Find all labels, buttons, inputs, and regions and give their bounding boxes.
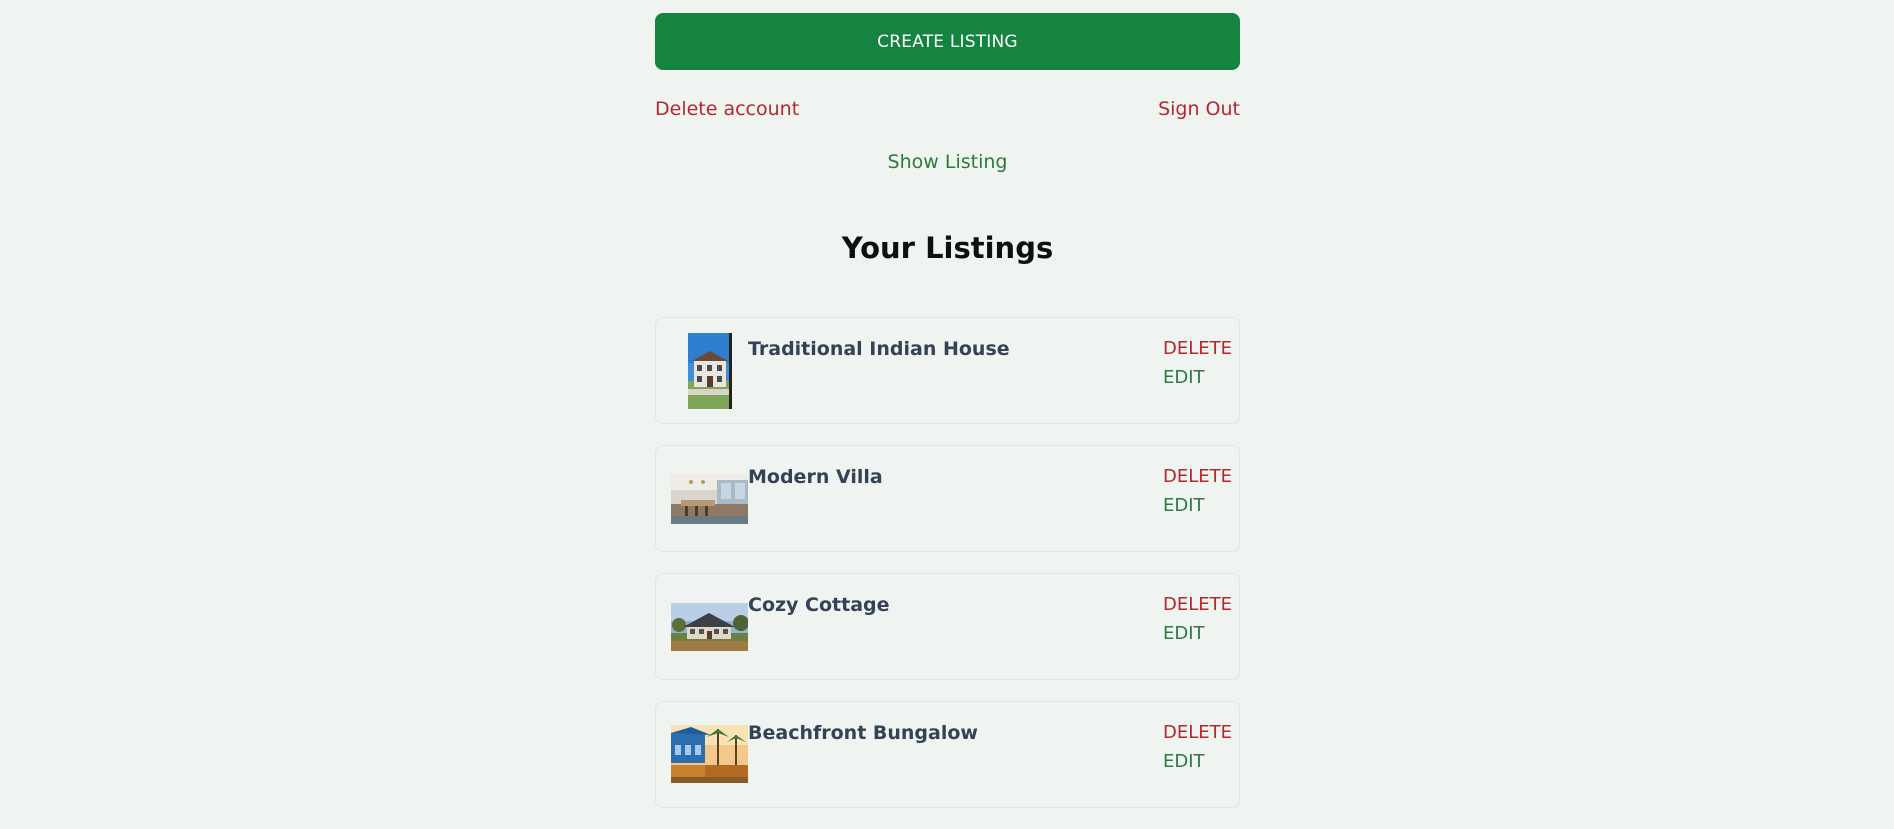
listing-thumbnail[interactable] xyxy=(671,474,748,524)
delete-listing-button[interactable]: DELETE xyxy=(1163,594,1232,616)
listing-title[interactable]: Cozy Cottage xyxy=(748,594,890,616)
listing-title[interactable]: Traditional Indian House xyxy=(748,338,1010,360)
delete-listing-button[interactable]: DELETE xyxy=(1163,466,1232,488)
listing-actions: DELETE EDIT xyxy=(1163,338,1232,389)
profile-actions-panel: CREATE LISTING Delete account Sign Out S… xyxy=(655,13,1240,829)
listing-thumbnail[interactable] xyxy=(688,333,732,409)
listing-card: Modern Villa DELETE EDIT xyxy=(655,445,1240,552)
listing-thumbnail[interactable] xyxy=(671,603,748,651)
listing-actions: DELETE EDIT xyxy=(1163,466,1232,517)
listings-list: Traditional Indian House DELETE EDIT Mod… xyxy=(655,317,1240,808)
listing-card: Cozy Cottage DELETE EDIT xyxy=(655,573,1240,680)
edit-listing-button[interactable]: EDIT xyxy=(1163,751,1232,773)
account-actions-row: Delete account Sign Out xyxy=(655,98,1240,122)
delete-listing-button[interactable]: DELETE xyxy=(1163,338,1232,360)
sign-out-link[interactable]: Sign Out xyxy=(1158,98,1240,120)
listing-card: Beachfront Bungalow DELETE EDIT xyxy=(655,701,1240,808)
listing-actions: DELETE EDIT xyxy=(1163,722,1232,773)
show-listing-link[interactable]: Show Listing xyxy=(655,151,1240,173)
edit-listing-button[interactable]: EDIT xyxy=(1163,367,1232,389)
create-listing-button[interactable]: CREATE LISTING xyxy=(655,13,1240,70)
delete-account-link[interactable]: Delete account xyxy=(655,98,799,120)
listing-title[interactable]: Beachfront Bungalow xyxy=(748,722,978,744)
edit-listing-button[interactable]: EDIT xyxy=(1163,495,1232,517)
edit-listing-button[interactable]: EDIT xyxy=(1163,623,1232,645)
listing-actions: DELETE EDIT xyxy=(1163,594,1232,645)
listing-card: Traditional Indian House DELETE EDIT xyxy=(655,317,1240,424)
listing-title[interactable]: Modern Villa xyxy=(748,466,883,488)
listings-heading: Your Listings xyxy=(841,231,1054,265)
delete-listing-button[interactable]: DELETE xyxy=(1163,722,1232,744)
listing-thumbnail[interactable] xyxy=(671,725,748,783)
